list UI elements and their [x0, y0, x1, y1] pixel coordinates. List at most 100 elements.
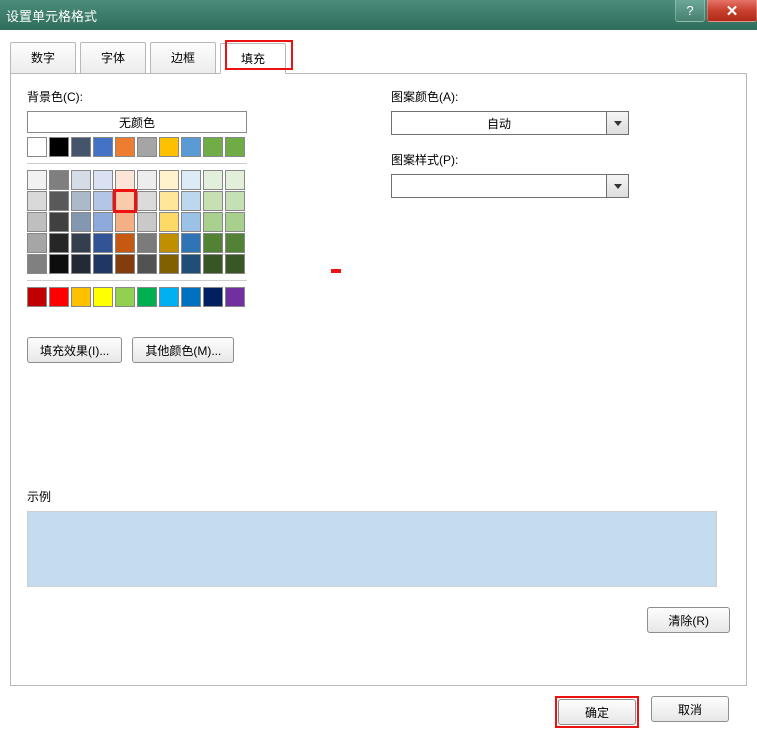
color-swatch[interactable]: [225, 137, 245, 157]
color-swatch[interactable]: [49, 233, 69, 253]
color-swatch[interactable]: [181, 191, 201, 211]
color-swatch[interactable]: [115, 254, 135, 274]
color-swatch[interactable]: [137, 212, 157, 232]
example-preview: [27, 511, 717, 587]
tab-border[interactable]: 边框: [150, 42, 216, 73]
color-swatch[interactable]: [49, 287, 69, 307]
color-swatch[interactable]: [159, 137, 179, 157]
color-swatch[interactable]: [49, 212, 69, 232]
color-swatch[interactable]: [203, 137, 223, 157]
color-swatch[interactable]: [137, 137, 157, 157]
color-swatch[interactable]: [225, 212, 245, 232]
pattern-color-select[interactable]: 自动: [391, 111, 629, 135]
color-swatch[interactable]: [115, 287, 135, 307]
ok-button[interactable]: 确定: [558, 699, 636, 725]
color-swatch[interactable]: [93, 233, 113, 253]
pattern-style-select[interactable]: [391, 174, 629, 198]
chevron-down-icon[interactable]: [606, 112, 628, 134]
clear-button[interactable]: 清除(R): [647, 607, 730, 633]
pattern-color-value: 自动: [392, 112, 606, 134]
cancel-button[interactable]: 取消: [651, 696, 729, 722]
color-swatch[interactable]: [203, 212, 223, 232]
color-swatch[interactable]: [225, 233, 245, 253]
color-swatch[interactable]: [137, 170, 157, 190]
color-swatch[interactable]: [49, 191, 69, 211]
color-swatch[interactable]: [137, 233, 157, 253]
color-swatch[interactable]: [93, 191, 113, 211]
color-swatch[interactable]: [159, 191, 179, 211]
chevron-down-icon[interactable]: [606, 175, 628, 197]
color-swatch[interactable]: [27, 170, 47, 190]
color-swatch[interactable]: [49, 254, 69, 274]
tab-content: 背景色(C): 无颜色 填充效果(I)... 其他颜色(M)... 图案颜色(A…: [10, 74, 747, 686]
color-swatch[interactable]: [225, 191, 245, 211]
color-swatch[interactable]: [137, 287, 157, 307]
color-swatch[interactable]: [181, 212, 201, 232]
close-button[interactable]: ✕: [707, 0, 757, 22]
color-swatch[interactable]: [115, 191, 135, 211]
color-swatch[interactable]: [137, 254, 157, 274]
color-swatch[interactable]: [27, 191, 47, 211]
color-swatch[interactable]: [181, 137, 201, 157]
color-swatch[interactable]: [159, 287, 179, 307]
tab-bar: 数字 字体 边框 填充: [10, 42, 747, 74]
color-swatch[interactable]: [27, 137, 47, 157]
color-swatch[interactable]: [93, 212, 113, 232]
color-swatch[interactable]: [159, 212, 179, 232]
tab-font[interactable]: 字体: [80, 42, 146, 73]
color-swatch[interactable]: [225, 170, 245, 190]
color-swatch[interactable]: [159, 254, 179, 274]
help-button[interactable]: ?: [675, 0, 705, 22]
color-swatch[interactable]: [49, 170, 69, 190]
tab-number[interactable]: 数字: [10, 42, 76, 73]
color-swatch[interactable]: [181, 170, 201, 190]
color-swatch[interactable]: [203, 233, 223, 253]
pattern-color-label: 图案颜色(A):: [391, 88, 730, 105]
color-swatch[interactable]: [115, 212, 135, 232]
color-swatch[interactable]: [27, 233, 47, 253]
color-swatch[interactable]: [71, 191, 91, 211]
color-swatch[interactable]: [93, 287, 113, 307]
color-swatch[interactable]: [181, 287, 201, 307]
color-swatch[interactable]: [49, 137, 69, 157]
color-swatch[interactable]: [115, 137, 135, 157]
color-swatch[interactable]: [159, 233, 179, 253]
bg-color-label: 背景色(C):: [27, 88, 367, 105]
color-swatch[interactable]: [93, 170, 113, 190]
color-swatch[interactable]: [181, 233, 201, 253]
color-swatch[interactable]: [159, 170, 179, 190]
dialog-footer: 确定 取消: [10, 686, 747, 728]
color-swatch[interactable]: [71, 233, 91, 253]
color-swatch[interactable]: [71, 212, 91, 232]
color-swatch[interactable]: [115, 233, 135, 253]
color-swatch[interactable]: [181, 254, 201, 274]
color-swatch[interactable]: [71, 254, 91, 274]
annotation-mark: [331, 269, 341, 273]
color-swatch[interactable]: [93, 137, 113, 157]
example-label: 示例: [27, 488, 730, 505]
color-swatch[interactable]: [225, 254, 245, 274]
color-swatch[interactable]: [27, 212, 47, 232]
color-swatch[interactable]: [115, 170, 135, 190]
color-swatch[interactable]: [71, 170, 91, 190]
fill-effects-button[interactable]: 填充效果(I)...: [27, 337, 122, 363]
color-swatch[interactable]: [71, 287, 91, 307]
color-swatch[interactable]: [27, 287, 47, 307]
pattern-style-label: 图案样式(P):: [391, 151, 730, 168]
color-swatch[interactable]: [93, 254, 113, 274]
pattern-style-value: [392, 175, 606, 197]
color-swatch[interactable]: [27, 254, 47, 274]
no-color-button[interactable]: 无颜色: [27, 111, 247, 133]
ok-button-highlight: 确定: [555, 696, 639, 728]
color-swatch[interactable]: [71, 137, 91, 157]
color-swatch[interactable]: [203, 287, 223, 307]
more-colors-button[interactable]: 其他颜色(M)...: [132, 337, 234, 363]
color-swatch[interactable]: [137, 191, 157, 211]
color-swatch[interactable]: [203, 254, 223, 274]
tab-fill[interactable]: 填充: [220, 43, 286, 74]
titlebar: 设置单元格格式 ? ✕: [0, 0, 757, 30]
color-swatch[interactable]: [203, 170, 223, 190]
color-swatch[interactable]: [225, 287, 245, 307]
color-swatch[interactable]: [203, 191, 223, 211]
color-palette: [27, 137, 367, 307]
